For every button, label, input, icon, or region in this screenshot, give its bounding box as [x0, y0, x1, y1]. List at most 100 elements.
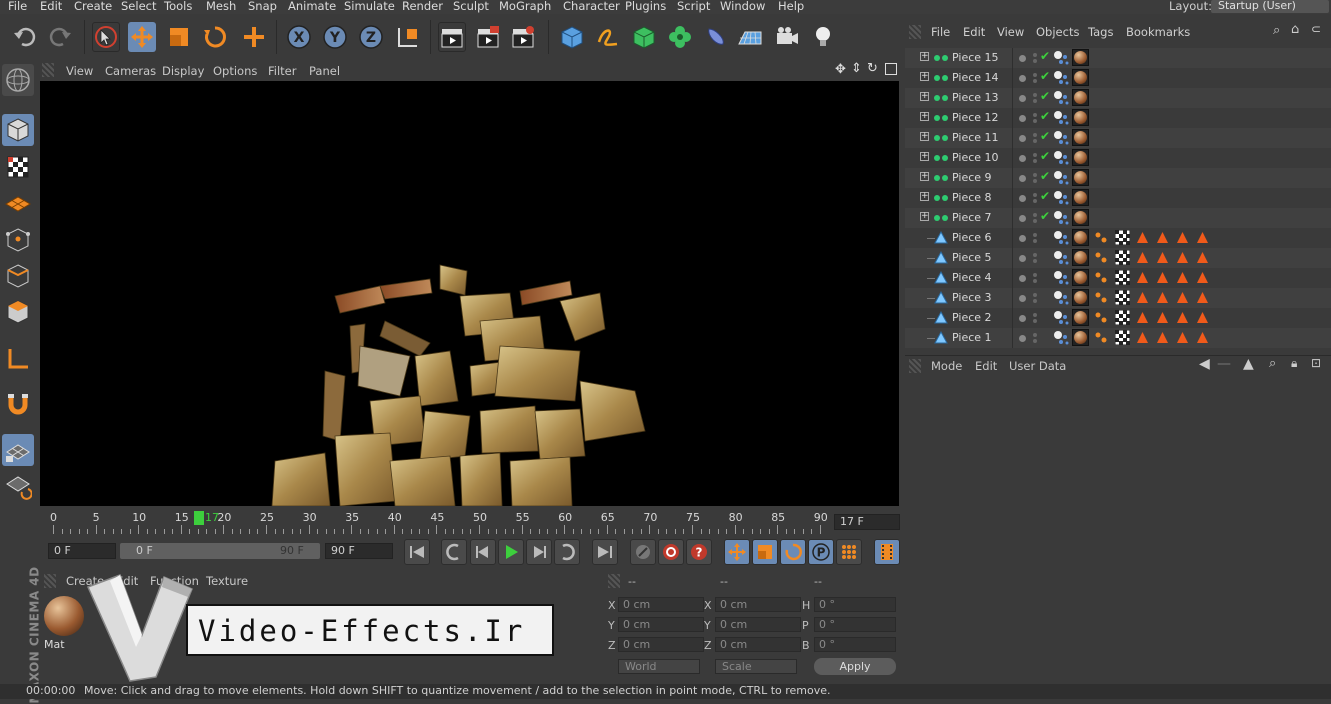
selection-tag-icon[interactable]: [1136, 291, 1149, 304]
visibility-dot-icon[interactable]: [1019, 315, 1026, 322]
render-view-button[interactable]: [438, 22, 466, 52]
rot-b-field[interactable]: 0 °: [814, 637, 896, 652]
phong-tag-icon[interactable]: [1053, 150, 1071, 166]
object-row[interactable]: Piece 3: [905, 288, 1331, 308]
selection-tag-icon[interactable]: [1156, 311, 1169, 324]
object-row[interactable]: Piece 5: [905, 248, 1331, 268]
rot-p-field[interactable]: 0 °: [814, 617, 896, 632]
pos-z-field[interactable]: 0 cm: [618, 637, 704, 652]
editor-visibility-icon[interactable]: [1033, 233, 1037, 237]
selection-tag-icon[interactable]: [1176, 271, 1189, 284]
polygons-mode-button[interactable]: [2, 296, 34, 328]
selection-tag-icon[interactable]: [1196, 271, 1209, 284]
material-tag-icon[interactable]: [1072, 129, 1089, 146]
keyframe-selection-button[interactable]: ?: [686, 539, 712, 565]
phong-tag-icon[interactable]: [1053, 110, 1071, 126]
editor-visibility-icon[interactable]: [1033, 93, 1037, 97]
dynamics-tag-icon[interactable]: [1094, 251, 1108, 265]
menu-create[interactable]: Create: [74, 0, 112, 13]
attr-lock-icon[interactable]: 🔒︎: [1291, 356, 1297, 371]
render-visibility-icon[interactable]: [1033, 219, 1037, 223]
record-position-button[interactable]: [724, 539, 750, 565]
model-mode-button[interactable]: [2, 114, 34, 146]
material-tag-icon[interactable]: [1072, 269, 1089, 286]
light-object-button[interactable]: [809, 22, 837, 52]
material-tag-icon[interactable]: [1072, 169, 1089, 186]
coordinate-system-button[interactable]: [394, 22, 422, 52]
z-axis-button[interactable]: Z: [357, 22, 385, 52]
editor-visibility-icon[interactable]: [1033, 73, 1037, 77]
phong-tag-icon[interactable]: [1053, 130, 1071, 146]
menu-simulate[interactable]: Simulate: [344, 0, 395, 13]
visibility-dot-icon[interactable]: [1019, 255, 1026, 262]
record-point-level-button[interactable]: [836, 539, 862, 565]
object-name[interactable]: Piece 9: [952, 171, 992, 184]
uvw-tag-icon[interactable]: [1115, 290, 1130, 305]
om-menu-bookmarks[interactable]: Bookmarks: [1126, 25, 1190, 39]
next-key-button[interactable]: [554, 539, 580, 565]
enabled-check-icon[interactable]: ✔: [1040, 189, 1050, 203]
size-x-field[interactable]: 0 cm: [715, 597, 801, 612]
object-row[interactable]: + Piece 11 ✔: [905, 128, 1331, 148]
size-y-field[interactable]: 0 cm: [715, 617, 801, 632]
editor-visibility-icon[interactable]: [1033, 133, 1037, 137]
dynamics-tag-icon[interactable]: [1094, 331, 1108, 345]
object-row[interactable]: Piece 1: [905, 328, 1331, 348]
menu-plugins[interactable]: Plugins: [625, 0, 666, 13]
timeline-button[interactable]: [874, 539, 900, 565]
floor-object-button[interactable]: [736, 22, 764, 52]
planar-workplane-button[interactable]: [2, 470, 34, 502]
locked-workplane-button[interactable]: [2, 434, 34, 466]
viewport-menu-view[interactable]: View: [66, 64, 93, 78]
om-more-icon[interactable]: ⊂: [1311, 22, 1321, 36]
visibility-dot-icon[interactable]: [1019, 115, 1026, 122]
enabled-check-icon[interactable]: ✔: [1040, 89, 1050, 103]
visibility-dot-icon[interactable]: [1019, 215, 1026, 222]
object-row[interactable]: + Piece 10 ✔: [905, 148, 1331, 168]
object-name[interactable]: Piece 10: [952, 151, 999, 164]
object-row[interactable]: + Piece 14 ✔: [905, 68, 1331, 88]
render-visibility-icon[interactable]: [1033, 179, 1037, 183]
visibility-dot-icon[interactable]: [1019, 75, 1026, 82]
editor-visibility-icon[interactable]: [1033, 253, 1037, 257]
spline-object-button[interactable]: [594, 22, 622, 52]
uvw-tag-icon[interactable]: [1115, 270, 1130, 285]
selection-tag-icon[interactable]: [1156, 271, 1169, 284]
selection-tag-icon[interactable]: [1196, 331, 1209, 344]
object-name[interactable]: Piece 7: [952, 211, 992, 224]
viewport-menu-options[interactable]: Options: [213, 64, 257, 78]
om-menu-file[interactable]: File: [931, 25, 950, 39]
record-parameter-button[interactable]: P: [808, 539, 834, 565]
material-tag-icon[interactable]: [1072, 249, 1089, 266]
expand-toggle-icon[interactable]: +: [920, 52, 929, 61]
render-visibility-icon[interactable]: [1033, 239, 1037, 243]
selection-tag-icon[interactable]: [1156, 331, 1169, 344]
record-scale-button[interactable]: [752, 539, 778, 565]
undo-button[interactable]: [11, 22, 39, 52]
rot-h-field[interactable]: 0 °: [814, 597, 896, 612]
uvw-tag-icon[interactable]: [1115, 250, 1130, 265]
selection-tag-icon[interactable]: [1136, 231, 1149, 244]
enabled-check-icon[interactable]: ✔: [1040, 169, 1050, 183]
viewport-pan-icon[interactable]: ✥: [835, 62, 846, 77]
selection-tag-icon[interactable]: [1176, 251, 1189, 264]
object-row[interactable]: + Piece 8 ✔: [905, 188, 1331, 208]
attr-up-icon[interactable]: ▲: [1243, 356, 1254, 372]
selection-tag-icon[interactable]: [1176, 291, 1189, 304]
menu-edit[interactable]: Edit: [40, 0, 62, 13]
expand-toggle-icon[interactable]: +: [920, 72, 929, 81]
material-tag-icon[interactable]: [1072, 69, 1089, 86]
render-visibility-icon[interactable]: [1033, 79, 1037, 83]
record-rotation-button[interactable]: [780, 539, 806, 565]
selection-tag-icon[interactable]: [1176, 231, 1189, 244]
object-name[interactable]: Piece 3: [952, 291, 992, 304]
move-tool-button[interactable]: [128, 22, 156, 52]
enabled-check-icon[interactable]: ✔: [1040, 109, 1050, 123]
attr-menu-user-data[interactable]: User Data: [1009, 359, 1066, 373]
selection-tag-icon[interactable]: [1156, 291, 1169, 304]
next-frame-button[interactable]: [526, 539, 552, 565]
visibility-dot-icon[interactable]: [1019, 55, 1026, 62]
selection-tag-icon[interactable]: [1156, 231, 1169, 244]
object-name[interactable]: Piece 15: [952, 51, 999, 64]
selection-tag-icon[interactable]: [1196, 251, 1209, 264]
